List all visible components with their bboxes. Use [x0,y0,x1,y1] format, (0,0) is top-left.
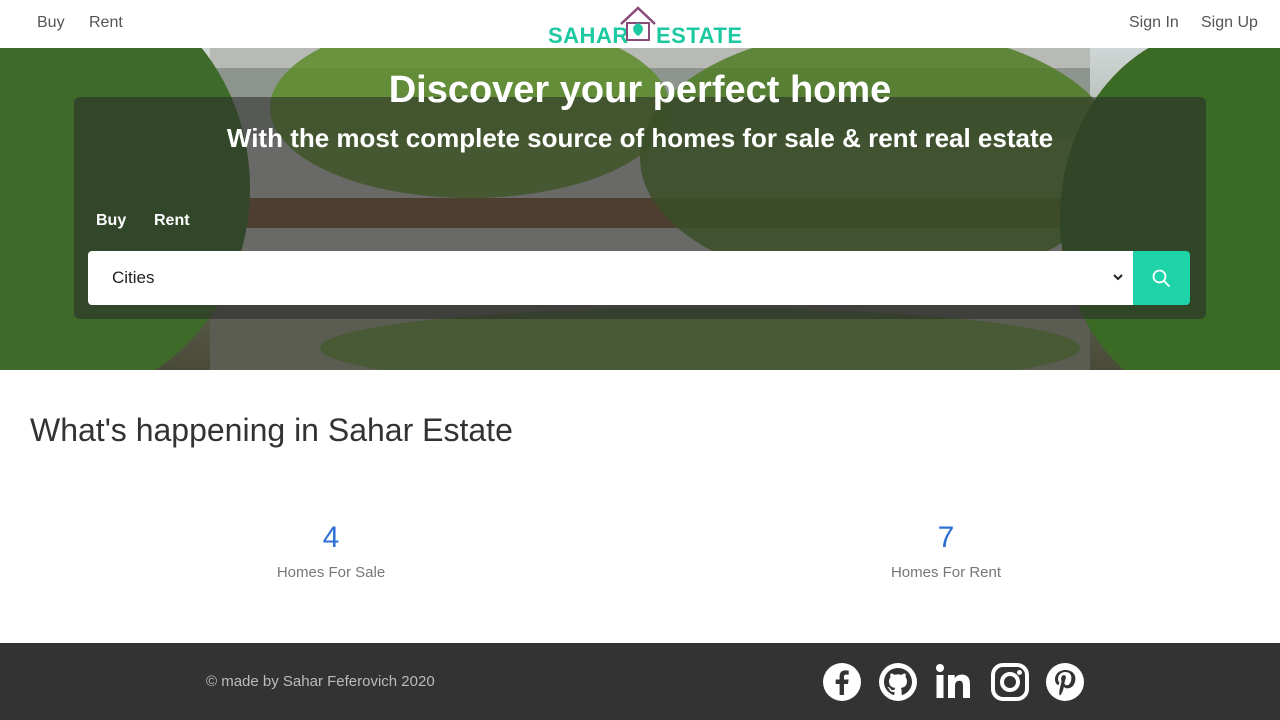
linkedin-icon[interactable] [934,662,974,702]
sign-in-link[interactable]: Sign In [1129,14,1179,32]
cities-select[interactable]: Cities [88,251,1134,305]
nav-rent-link[interactable]: Rent [89,14,123,32]
nav-buy-link[interactable]: Buy [37,14,65,32]
instagram-icon[interactable] [990,662,1030,702]
homes-for-rent-count: 7 [937,521,955,554]
search-icon [1152,269,1170,287]
footer: © made by Sahar Feferovich 2020 [0,643,1280,720]
cities-select-value: Cities [112,268,155,287]
hero-tab-rent[interactable]: Rent [154,212,190,230]
github-icon[interactable] [878,662,918,702]
top-navbar: Buy Rent SAHAR ESTATE Sign In Sign Up [0,0,1280,48]
hero-subtitle: With the most complete source of homes f… [226,123,1054,153]
house-logo-icon [620,6,656,41]
logo-word-left: SAHAR [548,23,629,48]
sign-up-link[interactable]: Sign Up [1201,14,1258,32]
homes-for-sale-count: 4 [322,521,340,554]
homes-for-rent-label: Homes For Rent [890,564,1002,581]
homes-for-sale-label: Homes For Sale [276,564,386,581]
stats-title: What's happening in Sahar Estate [30,412,513,448]
facebook-icon[interactable] [822,662,862,702]
copyright-text: © made by Sahar Feferovich 2020 [206,673,435,690]
logo-word-right: ESTATE [656,23,743,48]
hero-tab-buy[interactable]: Buy [96,212,126,230]
pinterest-icon[interactable] [1045,662,1085,702]
logo[interactable]: SAHAR ESTATE [546,5,742,48]
chevron-down-icon [1113,274,1123,281]
hero-title: Discover your perfect home [388,69,892,111]
search-button[interactable] [1133,251,1190,305]
